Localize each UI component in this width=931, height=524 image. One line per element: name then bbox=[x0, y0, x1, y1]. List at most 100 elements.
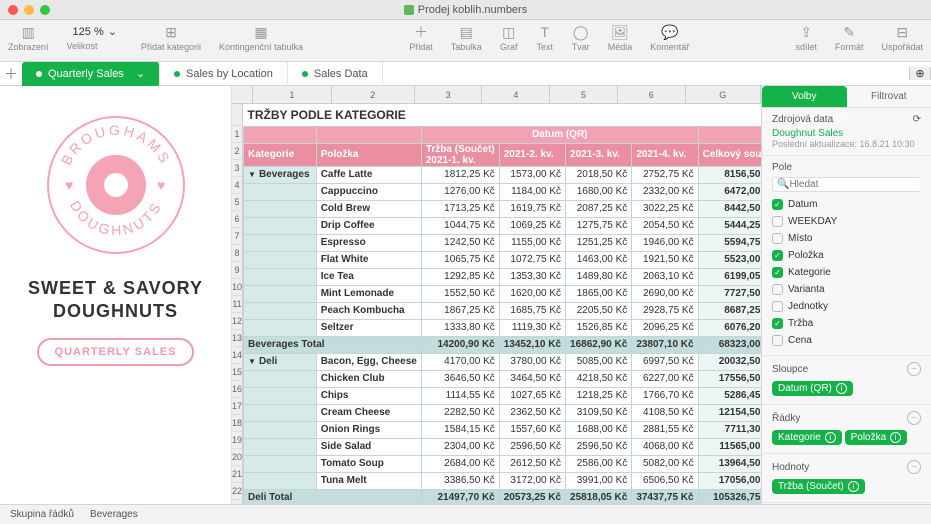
value-cell[interactable]: 1044,75 Kč bbox=[421, 217, 499, 234]
field-row[interactable]: Varianta bbox=[772, 281, 921, 298]
value-cell[interactable]: 1489,80 Kč bbox=[566, 268, 632, 285]
value-cell[interactable]: 1680,00 Kč bbox=[566, 183, 632, 200]
value-cell[interactable]: 2087,25 Kč bbox=[566, 200, 632, 217]
add-category-button[interactable]: ⊞Přidat kategorii bbox=[141, 23, 201, 52]
checkbox-icon[interactable]: ✓ bbox=[772, 199, 783, 210]
row-number[interactable]: 23 bbox=[232, 500, 242, 504]
category-cell[interactable] bbox=[244, 234, 317, 251]
value-token-trzba[interactable]: Tržba (Součet)i bbox=[772, 479, 865, 494]
info-icon[interactable]: i bbox=[825, 432, 836, 443]
value-cell[interactable]: 1573,00 Kč bbox=[499, 166, 565, 183]
tab-filter[interactable]: Filtrovat bbox=[847, 86, 931, 107]
row-token-kategorie[interactable]: Kategoriei bbox=[772, 430, 842, 445]
chart-button[interactable]: ◫Graf bbox=[500, 23, 518, 52]
row-total-cell[interactable]: 8687,25 Kč bbox=[698, 302, 761, 319]
value-cell[interactable]: 6997,50 Kč bbox=[632, 353, 698, 370]
field-row[interactable]: Místo bbox=[772, 230, 921, 247]
checkbox-icon[interactable]: ✓ bbox=[772, 318, 783, 329]
row-total-cell[interactable]: 20032,50 Kč bbox=[698, 353, 761, 370]
row-number[interactable]: 20 bbox=[232, 449, 242, 466]
subtotal-cell[interactable]: 25818,05 Kč bbox=[566, 489, 632, 504]
value-cell[interactable]: 4108,50 Kč bbox=[632, 404, 698, 421]
row-number[interactable]: 5 bbox=[232, 194, 242, 211]
comment-button[interactable]: 💬Komentář bbox=[650, 23, 689, 52]
item-cell[interactable]: Drip Coffee bbox=[316, 217, 421, 234]
value-cell[interactable]: 1155,00 Kč bbox=[499, 234, 565, 251]
value-cell[interactable]: 3172,00 Kč bbox=[499, 472, 565, 489]
value-cell[interactable]: 2596,50 Kč bbox=[499, 438, 565, 455]
field-row[interactable]: WEEKDAY bbox=[772, 213, 921, 230]
fields-search[interactable]: 🔍 bbox=[772, 177, 921, 192]
item-cell[interactable]: Onion Rings bbox=[316, 421, 421, 438]
subtotal-cell[interactable]: 16862,90 Kč bbox=[566, 336, 632, 353]
share-button[interactable]: ⇪sdílet bbox=[795, 23, 817, 52]
value-cell[interactable]: 1463,00 Kč bbox=[566, 251, 632, 268]
row-total-cell[interactable]: 7727,50 Kč bbox=[698, 285, 761, 302]
pivot-table[interactable]: TRŽBY PODLE KATEGORIE Datum (QR) Kategor… bbox=[243, 104, 761, 504]
value-cell[interactable]: 1865,00 Kč bbox=[566, 285, 632, 302]
field-row[interactable]: Jednotky bbox=[772, 298, 921, 315]
value-cell[interactable]: 3780,00 Kč bbox=[499, 353, 565, 370]
value-cell[interactable]: 3991,00 Kč bbox=[566, 472, 632, 489]
item-cell[interactable]: Mint Lemonade bbox=[316, 285, 421, 302]
value-cell[interactable]: 1867,25 Kč bbox=[421, 302, 499, 319]
value-cell[interactable]: 2586,00 Kč bbox=[566, 455, 632, 472]
value-cell[interactable]: 4218,50 Kč bbox=[566, 370, 632, 387]
category-cell[interactable] bbox=[244, 302, 317, 319]
item-cell[interactable]: Espresso bbox=[316, 234, 421, 251]
row-total-cell[interactable]: 5594,75 Kč bbox=[698, 234, 761, 251]
row-number[interactable]: 17 bbox=[232, 398, 242, 415]
value-cell[interactable]: 1027,65 Kč bbox=[499, 387, 565, 404]
item-cell[interactable]: Side Salad bbox=[316, 438, 421, 455]
remove-row-button[interactable]: − bbox=[907, 411, 921, 425]
info-icon[interactable]: i bbox=[848, 481, 859, 492]
value-cell[interactable]: 1552,50 Kč bbox=[421, 285, 499, 302]
checkbox-icon[interactable] bbox=[772, 335, 783, 346]
row-number[interactable]: 16 bbox=[232, 381, 242, 398]
row-number[interactable]: 2 bbox=[232, 143, 242, 160]
value-cell[interactable]: 1557,60 Kč bbox=[499, 421, 565, 438]
row-number[interactable]: 11 bbox=[232, 296, 242, 313]
value-cell[interactable]: 1242,50 Kč bbox=[421, 234, 499, 251]
value-cell[interactable]: 1275,75 Kč bbox=[566, 217, 632, 234]
value-cell[interactable]: 1119,30 Kč bbox=[499, 319, 565, 336]
fullscreen-window-icon[interactable] bbox=[40, 5, 50, 15]
item-cell[interactable]: Seltzer bbox=[316, 319, 421, 336]
item-cell[interactable]: Chicken Club bbox=[316, 370, 421, 387]
row-total-cell[interactable]: 17056,00 Kč bbox=[698, 472, 761, 489]
value-cell[interactable]: 3646,50 Kč bbox=[421, 370, 499, 387]
minimize-window-icon[interactable] bbox=[24, 5, 34, 15]
category-cell[interactable] bbox=[244, 404, 317, 421]
value-cell[interactable]: 1251,25 Kč bbox=[566, 234, 632, 251]
value-cell[interactable]: 2684,00 Kč bbox=[421, 455, 499, 472]
tab-pivot-options[interactable]: Volby kontingenčních dat bbox=[762, 86, 847, 107]
value-cell[interactable]: 6506,50 Kč bbox=[632, 472, 698, 489]
checkbox-icon[interactable]: ✓ bbox=[772, 250, 783, 261]
row-total-cell[interactable]: 6199,05 Kč bbox=[698, 268, 761, 285]
table-button[interactable]: ▤Tabulka bbox=[451, 23, 482, 52]
row-number[interactable]: 3 bbox=[232, 160, 242, 177]
value-cell[interactable]: 1353,30 Kč bbox=[499, 268, 565, 285]
sheet-tab-sales-data[interactable]: Sales Data bbox=[288, 62, 383, 86]
row-number[interactable]: 6 bbox=[232, 211, 242, 228]
value-cell[interactable]: 1620,00 Kč bbox=[499, 285, 565, 302]
value-cell[interactable]: 1688,00 Kč bbox=[566, 421, 632, 438]
category-cell[interactable] bbox=[244, 319, 317, 336]
row-number[interactable]: 18 bbox=[232, 415, 242, 432]
category-cell[interactable] bbox=[244, 370, 317, 387]
quarterly-sales-button[interactable]: QUARTERLY SALES bbox=[37, 338, 195, 366]
value-cell[interactable]: 2928,75 Kč bbox=[632, 302, 698, 319]
value-cell[interactable]: 1218,25 Kč bbox=[566, 387, 632, 404]
category-cell[interactable] bbox=[244, 472, 317, 489]
row-number[interactable]: 7 bbox=[232, 228, 242, 245]
value-cell[interactable]: 3109,50 Kč bbox=[566, 404, 632, 421]
zoom-selector[interactable]: 125 %⌄ Velikost bbox=[67, 23, 123, 51]
value-cell[interactable]: 2096,25 Kč bbox=[632, 319, 698, 336]
category-cell[interactable] bbox=[244, 455, 317, 472]
value-cell[interactable]: 6227,00 Kč bbox=[632, 370, 698, 387]
sheet-tab-quarterly-sales[interactable]: Quarterly Sales⌄ bbox=[22, 62, 160, 86]
value-cell[interactable]: 1713,25 Kč bbox=[421, 200, 499, 217]
subtotal-cell[interactable]: 14200,90 Kč bbox=[421, 336, 499, 353]
value-cell[interactable]: 1921,50 Kč bbox=[632, 251, 698, 268]
subtotal-total-cell[interactable]: 68323,00 Kč bbox=[698, 336, 761, 353]
